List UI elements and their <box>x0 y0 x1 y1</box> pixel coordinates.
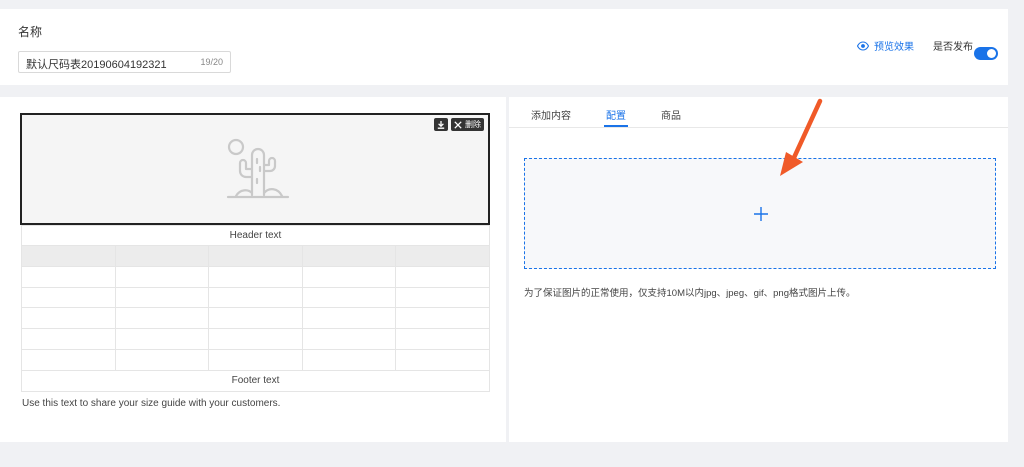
tab-bar: 添加内容 配置 商品 <box>509 97 1008 128</box>
table-cell[interactable] <box>395 348 490 371</box>
table-cell[interactable] <box>114 348 210 371</box>
table-cell[interactable] <box>21 348 116 371</box>
tab-add-content[interactable]: 添加内容 <box>531 107 571 122</box>
table-cell[interactable] <box>208 245 303 267</box>
table-row <box>21 307 490 330</box>
table-cell[interactable] <box>301 245 397 267</box>
annotation-arrow-icon <box>780 98 823 176</box>
cactus-placeholder-icon <box>226 138 290 199</box>
size-table: Header text Footer text <box>21 225 490 392</box>
table-cell[interactable] <box>208 328 303 350</box>
table-cell[interactable] <box>21 245 116 267</box>
publish-toggle-knob <box>987 49 996 58</box>
download-button[interactable] <box>434 118 448 131</box>
close-icon <box>454 120 462 129</box>
table-row <box>21 348 490 371</box>
size-guide-preview-panel: 删除 Header text Footer text Use this text… <box>0 97 506 442</box>
table-cell[interactable] <box>21 307 116 330</box>
table-cell[interactable] <box>21 286 116 309</box>
table-cell[interactable] <box>301 265 397 288</box>
name-header-card: 名称 默认尺码表20190604192321 19/20 预览效果 是否发布 <box>0 9 1008 85</box>
upload-hint: 为了保证图片的正常使用，仅支持10M以内jpg、jpeg、gif、png格式图片… <box>524 288 856 299</box>
table-row <box>21 286 490 309</box>
table-row <box>21 265 490 288</box>
table-footer-text[interactable]: Footer text <box>21 369 490 392</box>
table-cell[interactable] <box>114 307 210 330</box>
tab-products[interactable]: 商品 <box>661 107 681 122</box>
table-cell[interactable] <box>301 286 397 309</box>
table-cell[interactable] <box>208 265 303 288</box>
preview-button[interactable]: 预览效果 <box>857 38 914 53</box>
table-cell[interactable] <box>395 265 490 288</box>
table-cell[interactable] <box>114 286 210 309</box>
table-cell[interactable] <box>301 328 397 350</box>
name-input[interactable]: 默认尺码表20190604192321 19/20 <box>18 51 231 73</box>
plus-icon <box>754 207 768 221</box>
tab-config[interactable]: 配置 <box>606 107 626 122</box>
delete-label[interactable]: 删除 <box>465 119 481 130</box>
image-toolbar: 删除 <box>434 118 484 131</box>
name-char-counter: 19/20 <box>200 57 223 67</box>
header-image-block[interactable]: 删除 <box>20 113 490 225</box>
table-cell[interactable] <box>114 245 210 267</box>
table-cell[interactable] <box>395 286 490 309</box>
publish-label: 是否发布 <box>933 42 973 53</box>
table-cell[interactable] <box>21 265 116 288</box>
eye-icon <box>857 40 869 51</box>
table-cell[interactable] <box>208 307 303 330</box>
name-input-value[interactable]: 默认尺码表20190604192321 <box>26 56 167 72</box>
name-label: 名称 <box>18 25 43 39</box>
table-cell[interactable] <box>301 307 397 330</box>
table-cell[interactable] <box>208 286 303 309</box>
download-icon <box>437 120 445 129</box>
table-cell[interactable] <box>208 348 303 371</box>
config-panel: 添加内容 配置 商品 为了保证图片的正常使用，仅支持10M以内jpg、jpeg、… <box>509 97 1008 442</box>
table-cell[interactable] <box>21 328 116 350</box>
table-cell[interactable] <box>395 328 490 350</box>
table-cell[interactable] <box>114 328 210 350</box>
table-cell[interactable] <box>395 245 490 267</box>
table-cell[interactable] <box>114 265 210 288</box>
active-tab-indicator <box>604 125 628 127</box>
table-row <box>21 328 490 350</box>
table-cell[interactable] <box>301 348 397 371</box>
image-upload-area[interactable] <box>524 158 996 269</box>
publish-toggle[interactable] <box>974 47 998 60</box>
delete-button[interactable]: 删除 <box>451 118 484 131</box>
table-cell[interactable] <box>395 307 490 330</box>
preview-label[interactable]: 预览效果 <box>874 38 914 53</box>
size-guide-hint[interactable]: Use this text to share your size guide w… <box>22 398 280 409</box>
table-header-text[interactable]: Header text <box>21 225 490 246</box>
table-row <box>21 245 490 267</box>
